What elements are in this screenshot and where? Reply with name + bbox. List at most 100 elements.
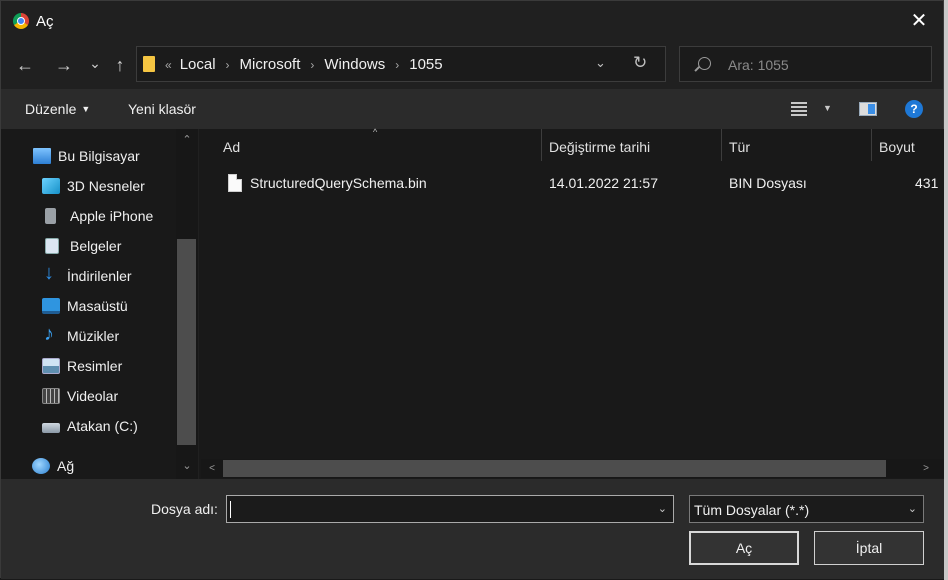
music-icon: [42, 323, 60, 346]
open-button[interactable]: Aç: [689, 531, 799, 565]
file-name: StructuredQuerySchema.bin: [250, 175, 427, 191]
up-folder-button[interactable]: ↑: [108, 53, 132, 77]
column-divider[interactable]: [541, 129, 542, 161]
sidebar-item-label: Bu Bilgisayar: [58, 148, 140, 164]
sidebar-item-label: Masaüstü: [67, 298, 128, 314]
sidebar-item-desktop[interactable]: Masaüstü: [42, 292, 128, 320]
help-icon[interactable]: ?: [905, 100, 923, 118]
scroll-up-icon[interactable]: ⌃: [176, 133, 198, 151]
chevron-down-icon[interactable]: ⌄: [908, 502, 917, 515]
search-icon: [698, 57, 711, 70]
chevron-down-icon: ▼: [81, 104, 91, 114]
chevron-down-icon[interactable]: ⌄: [658, 502, 667, 515]
sort-ascending-icon: ^: [373, 127, 378, 137]
preview-pane-icon[interactable]: [859, 102, 877, 116]
pictures-icon: [42, 358, 60, 374]
sidebar-item-documents[interactable]: Belgeler: [45, 232, 121, 260]
sidebar-item-label: İndirilenler: [67, 268, 132, 284]
file-row[interactable]: StructuredQuerySchema.bin 14.01.2022 21:…: [199, 171, 945, 197]
folder-icon: [143, 56, 155, 72]
view-options-icon[interactable]: [791, 102, 807, 116]
column-header-size[interactable]: Boyut: [879, 129, 915, 163]
sidebar-scroll-thumb[interactable]: [177, 239, 196, 445]
sidebar-item-label: 3D Nesneler: [67, 178, 145, 194]
organize-label: Düzenle: [25, 101, 77, 117]
breadcrumb-1055[interactable]: 1055: [409, 56, 442, 73]
scroll-right-icon[interactable]: >: [917, 460, 935, 477]
breadcrumb-microsoft[interactable]: Microsoft: [240, 56, 301, 73]
sidebar-scrollbar[interactable]: ⌃ ⌄: [176, 129, 198, 479]
breadcrumb: « Local › Microsoft › Windows › 1055: [165, 56, 443, 73]
file-modified: 14.01.2022 21:57: [549, 175, 658, 191]
file-size: 431: [915, 175, 939, 191]
filetype-value: Tüm Dosyalar (*.*): [694, 502, 810, 518]
3d-objects-icon: [42, 178, 60, 194]
filename-label: Dosya adı:: [151, 501, 218, 517]
close-button[interactable]: ✕: [907, 9, 931, 33]
drive-icon: [42, 423, 60, 433]
window-title: Aç: [36, 13, 54, 30]
sidebar-item-label: Atakan (C:): [67, 418, 138, 434]
breadcrumb-separator-icon[interactable]: ›: [310, 58, 314, 72]
breadcrumb-separator-icon[interactable]: ›: [395, 58, 399, 72]
refresh-icon[interactable]: ↻: [633, 53, 647, 73]
sidebar-item-label: Belgeler: [70, 238, 122, 254]
sidebar-item-label: Ağ: [57, 458, 75, 474]
open-file-dialog: Aç ✕ ← → ⌄ ↑ « Local › Microsoft › Windo…: [0, 0, 945, 579]
breadcrumb-separator-icon[interactable]: ›: [226, 58, 230, 72]
horizontal-scrollbar[interactable]: < >: [201, 459, 945, 478]
view-dropdown-icon[interactable]: ▼: [823, 103, 832, 113]
downloads-icon: [42, 262, 60, 285]
sidebar-item-apple-iphone[interactable]: Apple iPhone: [45, 202, 153, 230]
sidebar-item-this-pc[interactable]: Bu Bilgisayar: [33, 142, 140, 170]
breadcrumb-overflow-icon[interactable]: «: [165, 58, 172, 72]
filetype-select[interactable]: Tüm Dosyalar (*.*) ⌄: [689, 495, 924, 523]
sidebar-item-3d-objects[interactable]: 3D Nesneler: [42, 172, 145, 200]
command-toolbar: Düzenle ▼ Yeni klasör ▼ ?: [1, 89, 943, 129]
address-bar[interactable]: « Local › Microsoft › Windows › 1055 ⌄ ↻: [136, 46, 666, 82]
sidebar-item-network[interactable]: Ağ: [32, 452, 74, 480]
search-input[interactable]: [728, 55, 918, 75]
cancel-button[interactable]: İptal: [814, 531, 924, 565]
column-header-name[interactable]: Ad: [223, 129, 240, 163]
column-divider[interactable]: [871, 129, 872, 161]
phone-icon: [45, 208, 56, 224]
back-button[interactable]: ←: [13, 53, 37, 77]
recent-locations-button[interactable]: ⌄: [83, 51, 107, 75]
horizontal-scroll-thumb[interactable]: [223, 460, 886, 477]
column-divider[interactable]: [721, 129, 722, 161]
dialog-footer: Dosya adı: ⌄ Tüm Dosyalar (*.*) ⌄ Aç İpt…: [1, 479, 945, 579]
chrome-icon: [13, 13, 29, 29]
title-bar: Aç ✕: [1, 1, 943, 41]
sidebar-item-label: Resimler: [67, 358, 123, 374]
address-dropdown-icon[interactable]: ⌄: [595, 55, 606, 71]
videos-icon: [42, 388, 60, 404]
sidebar-item-videos[interactable]: Videolar: [42, 382, 118, 410]
filename-combobox[interactable]: ⌄: [226, 495, 674, 523]
sidebar-item-pictures[interactable]: Resimler: [42, 352, 122, 380]
sidebar-item-music[interactable]: Müzikler: [42, 322, 119, 350]
breadcrumb-local[interactable]: Local: [180, 56, 216, 73]
background-window: [944, 0, 948, 580]
filename-input[interactable]: [231, 499, 651, 519]
sidebar-item-label: Videolar: [67, 388, 119, 404]
navigation-row: ← → ⌄ ↑ « Local › Microsoft › Windows › …: [1, 41, 943, 89]
sidebar-item-downloads[interactable]: İndirilenler: [42, 262, 132, 290]
file-list: Ad ^ Değiştirme tarihi Tür Boyut Structu…: [199, 127, 945, 479]
sidebar-item-drive-c[interactable]: Atakan (C:): [42, 412, 138, 440]
new-folder-button[interactable]: Yeni klasör: [128, 101, 196, 117]
scroll-left-icon[interactable]: <: [203, 460, 221, 477]
desktop-icon: [42, 298, 60, 314]
navigation-pane: Bu Bilgisayar 3D Nesneler Apple iPhone B…: [1, 129, 198, 479]
search-box[interactable]: [679, 46, 932, 82]
column-header-modified[interactable]: Değiştirme tarihi: [549, 129, 650, 163]
file-icon: [228, 174, 242, 192]
sidebar-item-label: Apple iPhone: [70, 208, 154, 224]
documents-icon: [45, 238, 59, 254]
breadcrumb-windows[interactable]: Windows: [324, 56, 385, 73]
organize-menu-button[interactable]: Düzenle ▼: [25, 101, 90, 117]
column-header-type[interactable]: Tür: [729, 129, 750, 163]
file-type: BIN Dosyası: [729, 175, 807, 191]
forward-button[interactable]: →: [52, 53, 76, 77]
scroll-down-icon[interactable]: ⌄: [176, 459, 198, 477]
